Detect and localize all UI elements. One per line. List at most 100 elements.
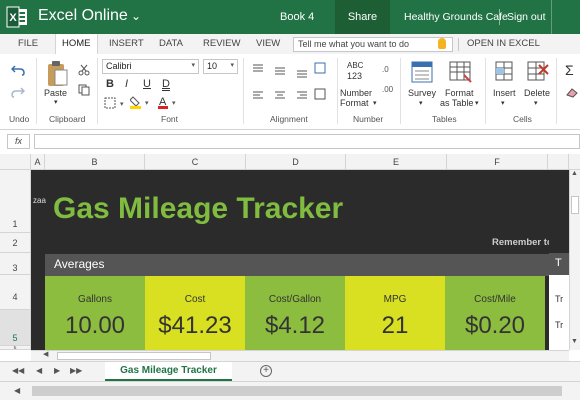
scroll-down-icon[interactable]: ▼ — [571, 338, 578, 345]
chevron-down-icon[interactable]: ▾ — [419, 99, 423, 107]
vertical-scrollbar[interactable]: ▲ ▼ — [569, 170, 580, 350]
tab-view[interactable]: VIEW — [256, 38, 280, 49]
sheet-title[interactable]: Gas Mileage Tracker — [53, 192, 343, 226]
chevron-down-icon: ▾ — [230, 62, 234, 69]
row-header[interactable]: 1 — [0, 170, 31, 233]
underline-button[interactable]: U — [143, 78, 151, 90]
column-header[interactable]: A — [31, 154, 45, 170]
previous-sheet-icon[interactable]: ◀ — [36, 366, 42, 375]
tile-label: Cost — [184, 294, 206, 305]
chevron-down-icon[interactable]: ▾ — [501, 99, 505, 107]
column-header[interactable]: F — [447, 154, 548, 170]
column-header[interactable]: C — [145, 154, 246, 170]
formula-input[interactable] — [34, 134, 580, 149]
column-headers: A B C D E F — [0, 154, 580, 170]
column-header[interactable]: B — [45, 154, 145, 170]
tab-home[interactable]: HOME — [55, 34, 98, 54]
autosum-icon[interactable]: Σ — [565, 62, 574, 78]
averages-header[interactable]: Averages — [45, 254, 549, 276]
tile-cost[interactable]: Cost $41.23 — [145, 276, 245, 350]
tell-me-input[interactable]: Tell me what you want to do — [293, 37, 453, 52]
vertical-scroll-thumb[interactable] — [571, 196, 579, 214]
scroll-left-icon[interactable]: ◀ — [14, 386, 20, 395]
chevron-down-icon[interactable]: ▾ — [54, 98, 58, 106]
undo-icon[interactable] — [11, 64, 25, 76]
italic-button[interactable]: I — [125, 78, 128, 90]
right-panel-header[interactable]: T — [549, 253, 569, 275]
app-name[interactable]: Excel Online — [38, 7, 128, 25]
column-header[interactable] — [548, 154, 569, 170]
reminder-text[interactable]: Remember to res — [492, 237, 549, 248]
paste-button[interactable]: Paste — [44, 88, 67, 98]
survey-icon[interactable] — [411, 61, 433, 85]
scroll-left-icon[interactable]: ◀ — [43, 350, 48, 358]
font-color-icon[interactable]: A ▾ — [158, 95, 180, 109]
survey-button[interactable]: Survey — [408, 88, 436, 98]
tile-cost-per-gallon[interactable]: Cost/Gallon $4.12 — [245, 276, 345, 350]
chevron-down-icon: ▾ — [191, 62, 195, 69]
horizontal-scroll-thumb[interactable] — [57, 352, 211, 360]
first-sheet-icon[interactable]: ◀◀ — [12, 366, 24, 375]
font-family-select[interactable]: Calibri ▾ — [102, 59, 199, 74]
cut-icon[interactable] — [78, 64, 90, 76]
font-size-select[interactable]: 10 ▾ — [203, 59, 238, 74]
sign-out-link[interactable]: Sign out — [507, 11, 546, 23]
delete-cells-icon[interactable] — [527, 61, 549, 83]
insert-function-button[interactable]: fx — [7, 134, 30, 149]
right-panel-cells[interactable]: Tr Tr — [549, 275, 569, 350]
clear-icon[interactable] — [565, 86, 579, 98]
tile-mpg[interactable]: MPG 21 — [345, 276, 445, 350]
redo-icon[interactable] — [11, 86, 25, 98]
chevron-down-icon[interactable]: ▾ — [534, 99, 538, 107]
paste-icon[interactable] — [46, 60, 68, 88]
tile-gallons[interactable]: Gallons 10.00 — [45, 276, 145, 350]
horizontal-scrollbar[interactable]: ◀ — [31, 350, 569, 361]
add-sheet-icon[interactable]: + — [260, 365, 272, 377]
bold-button[interactable]: B — [106, 78, 114, 90]
format-as-table-button-line2[interactable]: as Table — [440, 98, 473, 108]
double-underline-button[interactable]: D — [162, 78, 170, 90]
divider — [243, 58, 244, 124]
next-sheet-icon[interactable]: ▶ — [54, 366, 60, 375]
fill-color-icon[interactable]: ▾ — [130, 95, 152, 109]
row-header[interactable]: 3 — [0, 253, 31, 275]
insert-cells-icon[interactable] — [495, 61, 515, 83]
decimal-buttons[interactable]: .0 .00 — [381, 62, 395, 110]
column-header[interactable]: D — [246, 154, 346, 170]
tab-review[interactable]: REVIEW — [203, 38, 240, 49]
divider — [499, 9, 500, 25]
copy-icon[interactable] — [78, 84, 90, 96]
tab-data[interactable]: DATA — [159, 38, 183, 49]
share-button[interactable]: Share — [335, 0, 390, 34]
scroll-up-icon[interactable]: ▲ — [571, 170, 578, 177]
tab-insert[interactable]: INSERT — [109, 38, 144, 49]
tile-cost-per-mile[interactable]: Cost/Mile $0.20 — [445, 276, 545, 350]
last-sheet-icon[interactable]: ▶▶ — [70, 366, 82, 375]
number-format-button-line2[interactable]: Format — [340, 98, 369, 108]
format-as-table-button[interactable]: Format — [445, 88, 474, 98]
row-header[interactable]: 4 — [0, 275, 31, 310]
row-header[interactable]: 6 — [0, 346, 31, 350]
sheet-tab-gas-mileage-tracker[interactable]: Gas Mileage Tracker — [105, 362, 232, 381]
tab-file[interactable]: FILE — [18, 38, 38, 49]
bottom-scroll-thumb[interactable] — [32, 386, 562, 396]
bottom-scrollbar[interactable]: ◀ — [0, 381, 580, 400]
format-as-table-icon[interactable] — [449, 61, 473, 85]
insert-button[interactable]: Insert — [493, 88, 516, 98]
borders-icon[interactable]: ▾ — [104, 97, 126, 109]
select-all-corner[interactable] — [0, 154, 31, 170]
spreadsheet-grid[interactable]: zaa Gas Mileage Tracker Remember to res … — [31, 170, 549, 350]
excel-logo-icon[interactable]: X — [6, 6, 28, 28]
number-format-button[interactable]: Number — [340, 88, 372, 98]
chevron-down-icon[interactable]: ⌄ — [131, 9, 141, 23]
chevron-down-icon[interactable]: ▾ — [373, 99, 377, 107]
column-header[interactable]: E — [346, 154, 447, 170]
open-in-excel-button[interactable]: OPEN IN EXCEL — [467, 38, 540, 49]
delete-button[interactable]: Delete — [524, 88, 550, 98]
alignment-buttons[interactable] — [251, 62, 331, 104]
row-header[interactable]: 2 — [0, 233, 31, 253]
row-header[interactable]: 5 — [0, 310, 31, 346]
workbook-name[interactable]: Book 4 — [280, 11, 314, 23]
tile-value: 21 — [381, 312, 409, 339]
chevron-down-icon[interactable]: ▾ — [475, 99, 479, 107]
